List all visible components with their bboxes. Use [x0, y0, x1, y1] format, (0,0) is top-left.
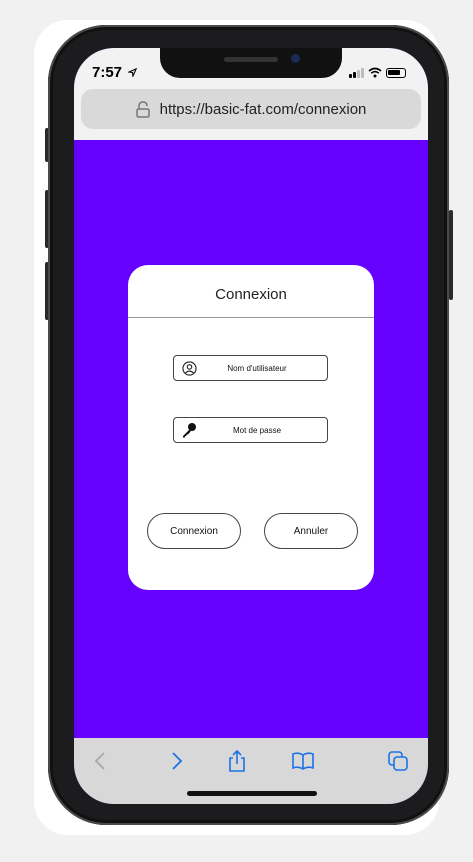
browser-top-bar: 7:57 https://basic-fat.com/connexion [74, 48, 428, 140]
share-icon[interactable] [226, 750, 248, 772]
forward-icon[interactable] [166, 750, 188, 772]
camera [291, 54, 300, 63]
cancel-button[interactable]: Annuler [264, 513, 358, 549]
password-field[interactable]: Mot de passe [173, 417, 328, 443]
signal-icon [349, 68, 364, 78]
username-placeholder: Nom d'utilisateur [227, 363, 287, 373]
lock-icon [135, 100, 150, 118]
dialog-divider [128, 317, 374, 318]
battery-icon [386, 68, 406, 78]
phone-screen: 7:57 https://basic-fat.com/connexion Con… [74, 48, 428, 804]
username-field[interactable]: Nom d'utilisateur [173, 355, 328, 381]
dialog-title: Connexion [215, 286, 287, 303]
wifi-icon [368, 67, 382, 78]
status-icons [349, 66, 406, 78]
speaker [224, 57, 278, 62]
login-dialog: Connexion Nom d'utilisateur Mot de passe [128, 265, 374, 590]
power-button [449, 210, 453, 300]
user-circle-icon [179, 358, 199, 378]
location-arrow-icon [127, 67, 138, 79]
password-placeholder: Mot de passe [232, 425, 282, 435]
status-time-text: 7:57 [92, 64, 123, 81]
cancel-button-label: Annuler [293, 525, 329, 537]
url-text: https://basic-fat.com/connexion [159, 100, 367, 118]
back-icon[interactable] [89, 750, 111, 772]
key-icon [179, 420, 199, 440]
login-button[interactable]: Connexion [147, 513, 241, 549]
tabs-icon[interactable] [387, 750, 409, 772]
bookmarks-icon[interactable] [292, 750, 314, 772]
login-button-label: Connexion [170, 525, 218, 537]
address-bar[interactable]: https://basic-fat.com/connexion [81, 89, 421, 129]
home-indicator[interactable] [187, 791, 317, 796]
notch [160, 48, 342, 78]
status-time: 7:57 [92, 64, 138, 81]
browser-toolbar [74, 738, 428, 804]
